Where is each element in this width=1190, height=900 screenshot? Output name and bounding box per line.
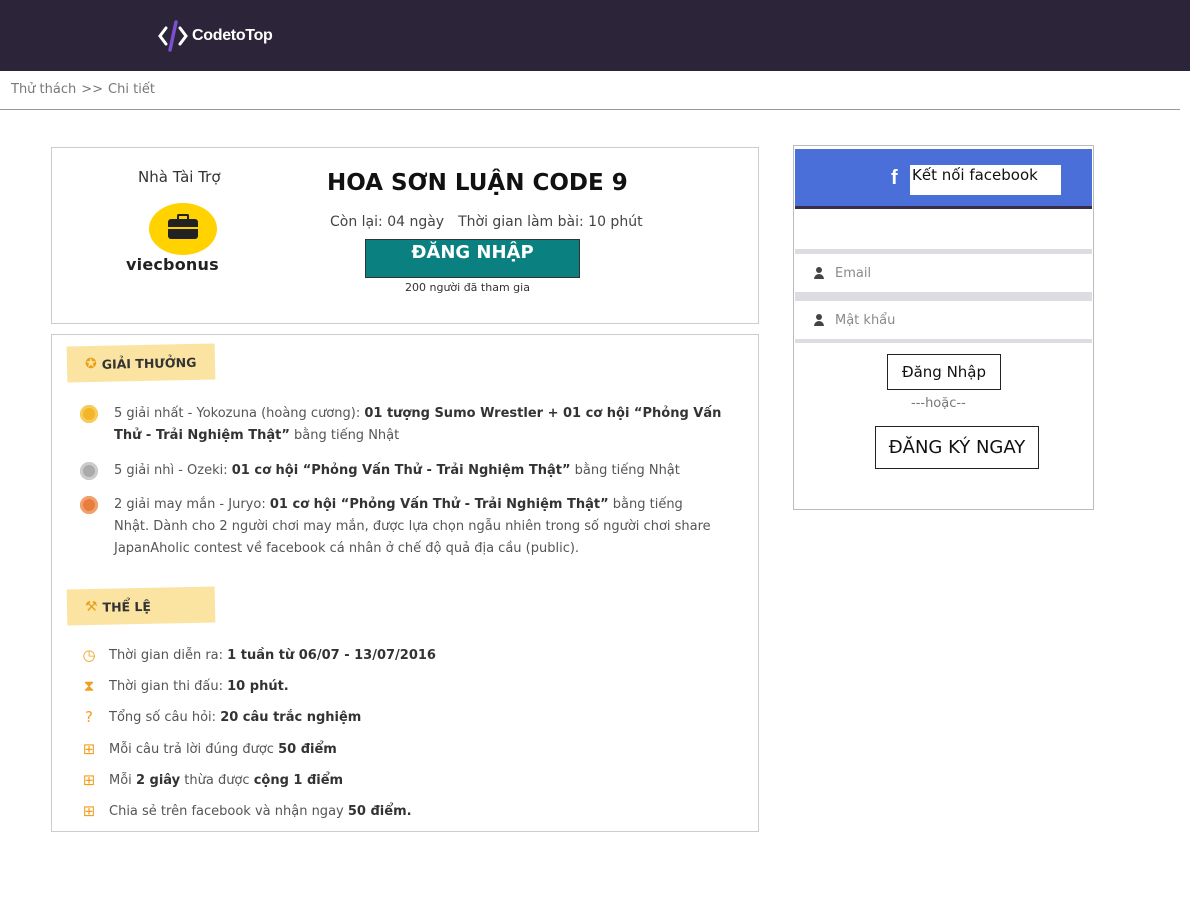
or-separator: ---hoặc-- bbox=[911, 396, 966, 411]
rule-text: Chia sẻ trên facebook và nhận ngay bbox=[109, 803, 344, 819]
rules-heading: ⚒ THỂ LỆ bbox=[66, 586, 216, 626]
hammer-icon: ⚒ bbox=[84, 598, 98, 616]
rules-heading-text: THỂ LỆ bbox=[102, 598, 152, 615]
award-icon: ✪ bbox=[84, 355, 97, 373]
prize-1-text: 5 giải nhất - Yokozuna (hoàng cương): bbox=[114, 406, 361, 421]
prize-item-2: 5 giải nhì - Ozeki: 01 cơ hội “Phỏng Vấn… bbox=[80, 460, 722, 482]
duration: Thời gian làm bài: 10 phút bbox=[458, 214, 643, 230]
rule-text: Thời gian diễn ra: bbox=[109, 647, 224, 663]
contest-meta: Còn lại: 04 ngày Thời gian làm bài: 10 ph… bbox=[330, 214, 643, 230]
breadcrumb-item-detail: Chi tiết bbox=[108, 82, 155, 97]
divider bbox=[0, 109, 1180, 110]
rule-bold: 10 phút. bbox=[227, 678, 289, 694]
email-placeholder: Email bbox=[835, 265, 872, 281]
top-navbar: CodetoTop bbox=[0, 0, 1190, 71]
time-left: Còn lại: 04 ngày bbox=[330, 214, 445, 230]
clock-icon: ◷ bbox=[82, 646, 96, 664]
contest-details-card: ✪ GIẢI THƯỞNG 5 giải nhất - Yokozuna (ho… bbox=[51, 334, 759, 832]
silver-medal-icon bbox=[80, 462, 98, 480]
prize-2-bold: 01 cơ hội “Phỏng Vấn Thử - Trải Nghiệm T… bbox=[231, 463, 571, 478]
rule-text: Thời gian thi đấu: bbox=[109, 678, 223, 694]
rule-item: ⊞ Mỗi 2 giây thừa được cộng 1 điểm bbox=[80, 771, 343, 789]
breadcrumb-separator: >> bbox=[81, 82, 104, 97]
rule-tail: thừa được bbox=[184, 772, 250, 788]
prize-item-3: 2 giải may mắn - Juryo: 01 cơ hội “Phỏng… bbox=[80, 494, 722, 560]
prize-item-1: 5 giải nhất - Yokozuna (hoàng cương): 01… bbox=[80, 403, 722, 447]
divider bbox=[795, 292, 1092, 301]
gift-icon: ⊞ bbox=[82, 740, 96, 758]
site-logo[interactable]: CodetoTop bbox=[158, 20, 273, 52]
bronze-medal-icon bbox=[80, 496, 98, 514]
register-button[interactable]: ĐĂNG KÝ NGAY bbox=[875, 426, 1039, 469]
rule-bold: 50 điểm. bbox=[347, 803, 412, 819]
rule-bold: cộng 1 điểm bbox=[253, 772, 344, 788]
rule-item: ◷ Thời gian diễn ra: 1 tuần từ 06/07 - 1… bbox=[80, 646, 436, 664]
login-button[interactable]: Đăng Nhập bbox=[887, 354, 1001, 390]
rule-text: Mỗi câu trả lời đúng được bbox=[109, 741, 274, 757]
participants-count: 200 người đã tham gia bbox=[405, 281, 530, 294]
prize-3-text: 2 giải may mắn - Juryo: bbox=[114, 497, 266, 512]
gold-medal-icon bbox=[80, 405, 98, 423]
sponsor-name: viecbonus bbox=[126, 255, 219, 274]
breadcrumb-item-challenges[interactable]: Thử thách bbox=[11, 82, 76, 97]
divider bbox=[795, 339, 1092, 343]
rule-item: ⊞ Chia sẻ trên facebook và nhận ngay 50 … bbox=[80, 802, 412, 820]
gift-icon: ⊞ bbox=[82, 771, 96, 789]
prize-1-tail: bằng tiếng Nhật bbox=[294, 428, 400, 443]
rule-text: Tổng số câu hỏi: bbox=[109, 709, 217, 725]
password-field[interactable]: Mật khẩu bbox=[797, 301, 1091, 339]
logo-text: CodetoTop bbox=[192, 27, 273, 44]
hourglass-icon: ⧗ bbox=[83, 677, 95, 695]
password-placeholder: Mật khẩu bbox=[835, 312, 896, 328]
contest-title: HOA SƠN LUẬN CODE 9 bbox=[327, 170, 628, 196]
question-icon: ? bbox=[85, 708, 93, 726]
facebook-connect-label: Kết nối facebook bbox=[910, 165, 1061, 195]
gift-icon: ⊞ bbox=[82, 802, 96, 820]
email-field[interactable]: Email bbox=[797, 254, 1091, 292]
prize-2-text: 5 giải nhì - Ozeki: bbox=[114, 463, 228, 478]
rule-item: ? Tổng số câu hỏi: 20 câu trắc nghiệm bbox=[80, 708, 361, 726]
prizes-heading: ✪ GIẢI THƯỞNG bbox=[66, 343, 216, 383]
rule-bold: 50 điểm bbox=[278, 741, 337, 757]
prize-3-bold: 01 cơ hội “Phỏng Vấn Thử - Trải Nghiệm T… bbox=[269, 497, 609, 512]
rule-item: ⧗ Thời gian thi đấu: 10 phút. bbox=[80, 677, 289, 695]
rule-bold: 1 tuần từ 06/07 - 13/07/2016 bbox=[227, 647, 436, 663]
facebook-connect-button[interactable]: f Kết nối facebook bbox=[795, 149, 1092, 209]
code-logo-icon bbox=[158, 20, 188, 52]
contest-login-button[interactable]: ĐĂNG NHẬP bbox=[365, 239, 580, 278]
prize-2-tail: bằng tiếng Nhật bbox=[574, 463, 680, 478]
prizes-heading-text: GIẢI THƯỞNG bbox=[101, 354, 197, 372]
login-panel: f Kết nối facebook Email Mật khẩu Đăng N… bbox=[793, 145, 1094, 510]
user-icon bbox=[813, 267, 825, 279]
rule-item: ⊞ Mỗi câu trả lời đúng được 50 điểm bbox=[80, 740, 337, 758]
rule-bold: 2 giây bbox=[135, 772, 181, 788]
rule-bold: 20 câu trắc nghiệm bbox=[220, 709, 362, 725]
rule-text: Mỗi bbox=[109, 772, 132, 788]
facebook-icon: f bbox=[891, 167, 898, 189]
breadcrumb: Thử thách >> Chi tiết bbox=[11, 82, 155, 97]
sponsor-label: Nhà Tài Trợ bbox=[138, 168, 221, 186]
contest-header-card: Nhà Tài Trợ viecbonus HOA SƠN LUẬN CODE … bbox=[51, 147, 759, 324]
user-icon bbox=[813, 314, 825, 326]
briefcase-icon bbox=[149, 203, 217, 255]
